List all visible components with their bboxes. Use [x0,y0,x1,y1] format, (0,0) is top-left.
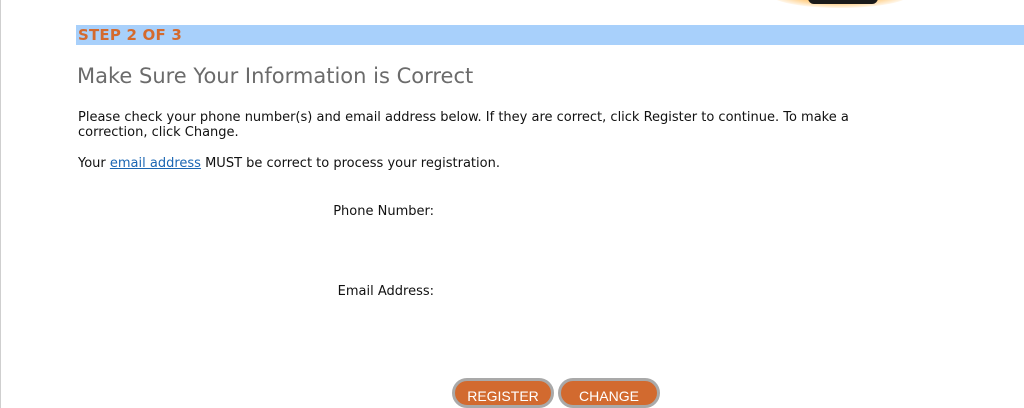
email-note-prefix: Your [78,156,110,171]
email-note: Your email address MUST be correct to pr… [78,156,500,171]
email-address-link[interactable]: email address [110,156,201,171]
instructions-text: Please check your phone number(s) and em… [78,110,849,140]
header-logo [808,0,878,4]
step-bar [76,25,1024,45]
change-button[interactable]: CHANGE [558,378,660,408]
page-border [0,0,1,408]
page-title: Make Sure Your Information is Correct [77,64,474,88]
email-note-suffix: MUST be correct to process your registra… [200,156,500,171]
step-indicator: STEP 2 OF 3 [78,26,183,44]
email-address-label: Email Address: [337,284,434,299]
registration-page: STEP 2 OF 3 Make Sure Your Information i… [0,0,1024,408]
register-button[interactable]: REGISTER [452,378,554,408]
phone-number-label: Phone Number: [333,204,434,219]
